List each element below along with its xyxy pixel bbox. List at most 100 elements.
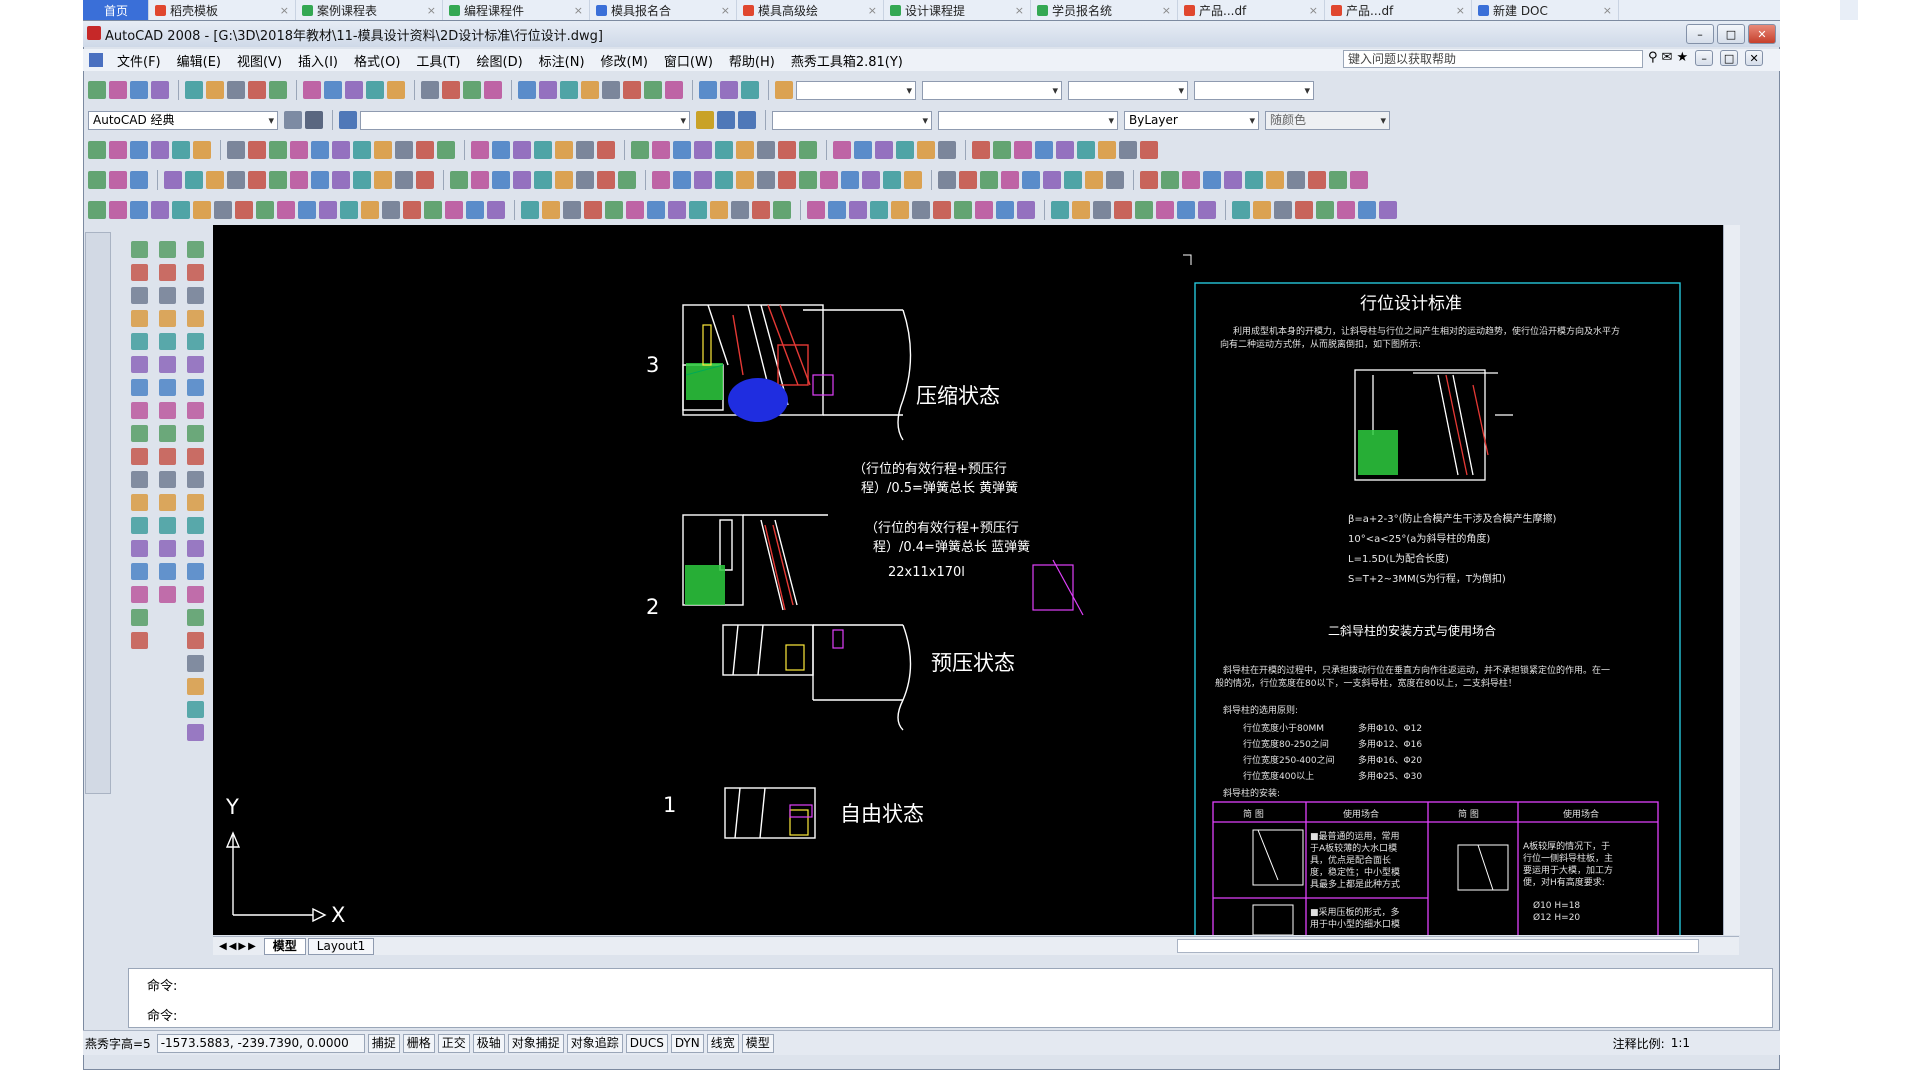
toolbar-tool-icon[interactable] bbox=[828, 201, 846, 219]
toolbar-tool-icon[interactable] bbox=[1161, 171, 1179, 189]
toolbar-tool-icon[interactable] bbox=[938, 171, 956, 189]
menu-modify[interactable]: 修改(M) bbox=[593, 51, 656, 70]
toolbar-tool-icon[interactable] bbox=[652, 141, 670, 159]
toolbar-tool-icon[interactable] bbox=[466, 201, 484, 219]
palette-tool-icon[interactable] bbox=[158, 379, 176, 396]
tab-layout1[interactable]: Layout1 bbox=[307, 937, 375, 955]
toolbar-tool-icon[interactable] bbox=[731, 201, 749, 219]
communication-icon[interactable]: ✉ bbox=[1662, 50, 1673, 66]
maximize-button[interactable]: □ bbox=[1717, 24, 1745, 44]
menu-view[interactable]: 视图(V) bbox=[229, 51, 290, 70]
toolbar-tool-icon[interactable] bbox=[1379, 201, 1397, 219]
toolbar-tool-icon[interactable] bbox=[560, 81, 578, 99]
toolbar-tool-icon[interactable] bbox=[1035, 141, 1053, 159]
toolbar-tool-icon[interactable] bbox=[584, 201, 602, 219]
toolbar-tool-icon[interactable] bbox=[424, 201, 442, 219]
browser-tab[interactable]: 产品...df × bbox=[1178, 0, 1325, 20]
toolbar-tool-icon[interactable] bbox=[1077, 141, 1095, 159]
command-prompt[interactable]: 命令: bbox=[147, 1005, 177, 1024]
status-toggle-button[interactable]: 线宽 bbox=[706, 1033, 739, 1053]
toolbar-tool-icon[interactable] bbox=[492, 171, 510, 189]
palette-tool-icon[interactable] bbox=[130, 333, 148, 350]
toolbar-tool-icon[interactable] bbox=[980, 171, 998, 189]
palette-tool-icon[interactable] bbox=[186, 632, 204, 649]
toolbar-tool-icon[interactable] bbox=[277, 201, 295, 219]
palette-tool-icon[interactable] bbox=[130, 379, 148, 396]
toolbar-tool-icon[interactable] bbox=[833, 141, 851, 159]
toolbar-tool-icon[interactable] bbox=[773, 201, 791, 219]
toolbar-tool-icon[interactable] bbox=[668, 201, 686, 219]
toolbar-tool-icon[interactable] bbox=[298, 201, 316, 219]
toolbar-tool-icon[interactable] bbox=[1308, 171, 1326, 189]
horizontal-scrollbar[interactable] bbox=[1177, 939, 1699, 953]
browser-tab[interactable]: 设计课程提 × bbox=[884, 0, 1031, 20]
workspace-select[interactable]: AutoCAD 经典 bbox=[88, 110, 278, 130]
palette-tool-icon[interactable] bbox=[130, 563, 148, 580]
toolbar-tool-icon[interactable] bbox=[416, 141, 434, 159]
toolbar-tool-icon[interactable] bbox=[471, 141, 489, 159]
toolbar-tool-icon[interactable] bbox=[445, 201, 463, 219]
toolbar-tool-icon[interactable] bbox=[710, 201, 728, 219]
toolbar-tool-icon[interactable] bbox=[361, 201, 379, 219]
menu-draw[interactable]: 绘图(D) bbox=[469, 51, 531, 70]
toolbar-tool-icon[interactable] bbox=[269, 81, 287, 99]
toolbar-tool-icon[interactable] bbox=[938, 141, 956, 159]
toolbar-tool-icon[interactable] bbox=[673, 171, 691, 189]
doc-minimize-button[interactable]: – bbox=[1695, 50, 1714, 66]
linetype-control-select[interactable] bbox=[938, 110, 1118, 130]
layer-isolate-icon[interactable] bbox=[738, 111, 756, 129]
palette-tool-icon[interactable] bbox=[158, 333, 176, 350]
palette-tool-icon[interactable] bbox=[158, 540, 176, 557]
toolbar-tool-icon[interactable] bbox=[463, 81, 481, 99]
toolbar-tool-icon[interactable] bbox=[778, 171, 796, 189]
toolbar-tool-icon[interactable] bbox=[1114, 201, 1132, 219]
toolbar-tool-icon[interactable] bbox=[597, 171, 615, 189]
close-button[interactable]: ✕ bbox=[1748, 24, 1776, 44]
toolbar-tool-icon[interactable] bbox=[715, 141, 733, 159]
palette-tool-icon[interactable] bbox=[130, 310, 148, 327]
command-window[interactable]: 命令: 命令: bbox=[128, 968, 1773, 1028]
menu-file[interactable]: 文件(F) bbox=[109, 51, 169, 70]
toolbar-tool-icon[interactable] bbox=[130, 171, 148, 189]
toolbar-tool-icon[interactable] bbox=[130, 141, 148, 159]
toolbar-tool-icon[interactable] bbox=[311, 141, 329, 159]
status-toggle-button[interactable]: 模型 bbox=[741, 1033, 774, 1053]
toolbar-tool-icon[interactable] bbox=[854, 141, 872, 159]
toolbar-tool-icon[interactable] bbox=[644, 81, 662, 99]
palette-tool-icon[interactable] bbox=[158, 402, 176, 419]
status-toggle-button[interactable]: 栅格 bbox=[402, 1033, 435, 1053]
toolbar-tool-icon[interactable] bbox=[820, 171, 838, 189]
palette-tool-icon[interactable] bbox=[158, 287, 176, 304]
status-toggle-button[interactable]: 对象捕捉 bbox=[507, 1033, 564, 1053]
browser-tab[interactable]: 产品...df × bbox=[1325, 0, 1472, 20]
toolbar-tool-icon[interactable] bbox=[206, 171, 224, 189]
toolbar-tool-icon[interactable] bbox=[269, 171, 287, 189]
toolbar-tool-icon[interactable] bbox=[757, 141, 775, 159]
toolbar-tool-icon[interactable] bbox=[151, 201, 169, 219]
palette-tool-icon[interactable] bbox=[130, 609, 148, 626]
tab-close-icon[interactable]: × bbox=[1305, 4, 1318, 17]
toolbar-tool-icon[interactable] bbox=[403, 201, 421, 219]
menu-dimension[interactable]: 标注(N) bbox=[531, 51, 593, 70]
tab-model[interactable]: 模型 bbox=[263, 937, 306, 955]
toolbar-tool-icon[interactable] bbox=[673, 141, 691, 159]
toolbar-tool-icon[interactable] bbox=[1140, 171, 1158, 189]
toolbar-tool-icon[interactable] bbox=[340, 201, 358, 219]
toolbar-tool-icon[interactable] bbox=[290, 171, 308, 189]
tab-close-icon[interactable]: × bbox=[864, 4, 877, 17]
palette-tool-icon[interactable] bbox=[158, 586, 176, 603]
toolbar-tool-icon[interactable] bbox=[959, 171, 977, 189]
palette-tool-icon[interactable] bbox=[130, 632, 148, 649]
palette-tool-icon[interactable] bbox=[186, 241, 204, 258]
toolbar-tool-icon[interactable] bbox=[1287, 171, 1305, 189]
toolbar-tool-icon[interactable] bbox=[542, 201, 560, 219]
toolbar-tool-icon[interactable] bbox=[993, 141, 1011, 159]
status-toggle-button[interactable]: DYN bbox=[670, 1033, 704, 1053]
status-toggle-button[interactable]: 正交 bbox=[437, 1033, 470, 1053]
style-select[interactable] bbox=[796, 80, 916, 100]
toolbar-tool-icon[interactable] bbox=[214, 201, 232, 219]
toolbar-tool-icon[interactable] bbox=[807, 201, 825, 219]
toolbar-tool-icon[interactable] bbox=[1316, 201, 1334, 219]
toolbar-tool-icon[interactable] bbox=[172, 201, 190, 219]
toolbar-tool-icon[interactable] bbox=[1085, 171, 1103, 189]
